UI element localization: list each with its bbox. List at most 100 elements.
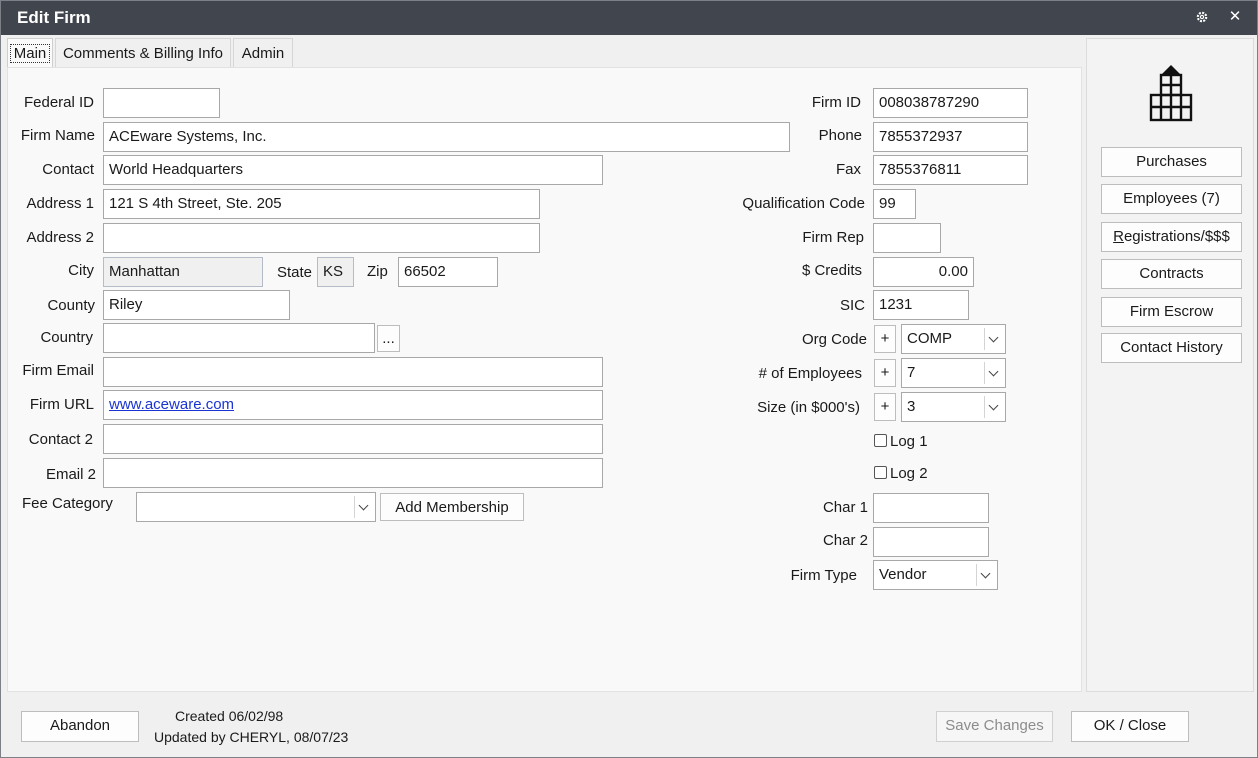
updated-info: Updated by CHERYL, 08/07/23 bbox=[154, 729, 349, 745]
firm-id-label: Firm ID bbox=[811, 94, 861, 111]
chevron-down-icon[interactable] bbox=[976, 564, 994, 586]
phone-field[interactable]: 7855372937 bbox=[873, 122, 1028, 152]
org-code-value: COMP bbox=[907, 330, 952, 347]
firm-type-value: Vendor bbox=[879, 566, 927, 583]
qualification-code-label: Qualification Code bbox=[742, 195, 865, 212]
num-employees-value: 7 bbox=[907, 364, 916, 381]
firm-type-select[interactable]: Vendor bbox=[873, 560, 998, 590]
registrations-button[interactable]: Registrations/$$$ bbox=[1101, 222, 1242, 252]
state-field[interactable]: KS bbox=[317, 257, 354, 287]
address2-label: Address 2 bbox=[26, 229, 94, 246]
federal-id-field[interactable] bbox=[103, 88, 220, 118]
sic-label: SIC bbox=[839, 297, 865, 314]
tab-admin-label: Admin bbox=[241, 45, 285, 62]
firm-type-label: Firm Type bbox=[790, 567, 857, 584]
credits-field[interactable]: 0.00 bbox=[873, 257, 974, 287]
firm-email-field[interactable] bbox=[103, 357, 603, 387]
chevron-down-icon[interactable] bbox=[984, 328, 1002, 350]
zip-field[interactable]: 66502 bbox=[398, 257, 498, 287]
county-label: County bbox=[47, 297, 95, 314]
char2-label: Char 2 bbox=[822, 532, 868, 549]
tab-comments-billing-label: Comments & Billing Info bbox=[62, 45, 224, 62]
contact-label: Contact bbox=[42, 161, 94, 178]
chevron-down-icon[interactable] bbox=[984, 396, 1002, 418]
credits-label: $ Credits bbox=[801, 262, 862, 279]
chevron-down-icon[interactable] bbox=[354, 496, 372, 518]
firm-rep-field[interactable] bbox=[873, 223, 941, 253]
fee-category-select[interactable] bbox=[136, 492, 376, 522]
qualification-code-field[interactable]: 99 bbox=[873, 189, 916, 219]
tab-comments-billing[interactable]: Comments & Billing Info bbox=[55, 38, 231, 67]
char2-field[interactable] bbox=[873, 527, 989, 557]
address1-field[interactable]: 121 S 4th Street, Ste. 205 bbox=[103, 189, 540, 219]
county-field[interactable]: Riley bbox=[103, 290, 290, 320]
contact2-label: Contact 2 bbox=[28, 431, 93, 448]
num-employees-add-button[interactable]: + bbox=[874, 359, 896, 387]
firm-url-label: Firm URL bbox=[29, 396, 94, 413]
title-bar: Edit Firm ✕ bbox=[1, 1, 1257, 35]
edit-firm-window: Edit Firm ✕ Main Comments & Billing Info… bbox=[0, 0, 1258, 758]
fax-field[interactable]: 7855376811 bbox=[873, 155, 1028, 185]
org-code-add-button[interactable]: + bbox=[874, 325, 896, 353]
country-label: Country bbox=[40, 329, 93, 346]
ok-close-button[interactable]: OK / Close bbox=[1071, 711, 1189, 742]
char1-field[interactable] bbox=[873, 493, 989, 523]
firm-id-field[interactable]: 008038787290 bbox=[873, 88, 1028, 118]
building-icon bbox=[1148, 61, 1194, 123]
fee-category-label: Fee Category bbox=[22, 495, 113, 512]
num-employees-label: # of Employees bbox=[758, 365, 862, 382]
gear-icon[interactable] bbox=[1192, 7, 1212, 30]
address2-field[interactable] bbox=[103, 223, 540, 253]
city-field[interactable]: Manhattan bbox=[103, 257, 263, 287]
close-icon[interactable]: ✕ bbox=[1225, 7, 1245, 27]
sic-field[interactable]: 1231 bbox=[873, 290, 969, 320]
zip-label: Zip bbox=[367, 263, 388, 280]
size-add-button[interactable]: + bbox=[874, 393, 896, 421]
email2-label: Email 2 bbox=[45, 466, 96, 483]
created-info: Created 06/02/98 bbox=[175, 708, 284, 724]
address1-label: Address 1 bbox=[26, 195, 94, 212]
contact2-field[interactable] bbox=[103, 424, 603, 454]
country-browse-button[interactable]: ... bbox=[377, 325, 400, 352]
email2-field[interactable] bbox=[103, 458, 603, 488]
firm-escrow-button[interactable]: Firm Escrow bbox=[1101, 297, 1242, 327]
contact-history-button[interactable]: Contact History bbox=[1101, 333, 1242, 363]
size-label: Size (in $000's) bbox=[757, 399, 860, 416]
log1-checkbox[interactable] bbox=[874, 434, 887, 447]
fax-label: Fax bbox=[835, 161, 861, 178]
org-code-label: Org Code bbox=[801, 331, 867, 348]
state-label: State bbox=[277, 264, 313, 281]
employees-button[interactable]: Employees (7) bbox=[1101, 184, 1242, 214]
firm-rep-label: Firm Rep bbox=[802, 229, 864, 246]
purchases-button[interactable]: Purchases bbox=[1101, 147, 1242, 177]
tab-admin[interactable]: Admin bbox=[233, 38, 293, 67]
country-field[interactable] bbox=[103, 323, 375, 353]
tab-main[interactable]: Main bbox=[7, 38, 53, 67]
save-changes-button[interactable]: Save Changes bbox=[936, 711, 1053, 742]
side-panel bbox=[1086, 38, 1254, 692]
log2-checkbox[interactable] bbox=[874, 466, 887, 479]
num-employees-select[interactable]: 7 bbox=[901, 358, 1006, 388]
city-label: City bbox=[68, 262, 94, 279]
firm-url-field[interactable]: www.aceware.com bbox=[103, 390, 603, 420]
window-title: Edit Firm bbox=[17, 8, 91, 27]
char1-label: Char 1 bbox=[822, 499, 868, 516]
phone-label: Phone bbox=[818, 127, 862, 144]
contact-field[interactable]: World Headquarters bbox=[103, 155, 603, 185]
log2-label: Log 2 bbox=[890, 465, 928, 482]
tab-main-label: Main bbox=[9, 44, 51, 63]
firm-url-link[interactable]: www.aceware.com bbox=[109, 396, 234, 413]
size-select[interactable]: 3 bbox=[901, 392, 1006, 422]
chevron-down-icon[interactable] bbox=[984, 362, 1002, 384]
federal-id-label: Federal ID bbox=[23, 94, 94, 111]
firm-email-label: Firm Email bbox=[22, 362, 94, 379]
firm-name-field[interactable]: ACEware Systems, Inc. bbox=[103, 122, 790, 152]
footer-bar bbox=[1, 694, 1257, 757]
org-code-select[interactable]: COMP bbox=[901, 324, 1006, 354]
firm-name-label: Firm Name bbox=[20, 127, 95, 144]
contracts-button[interactable]: Contracts bbox=[1101, 259, 1242, 289]
abandon-button[interactable]: Abandon bbox=[21, 711, 139, 742]
size-value: 3 bbox=[907, 398, 916, 415]
log1-label: Log 1 bbox=[890, 433, 928, 450]
add-membership-button[interactable]: Add Membership bbox=[380, 493, 524, 521]
